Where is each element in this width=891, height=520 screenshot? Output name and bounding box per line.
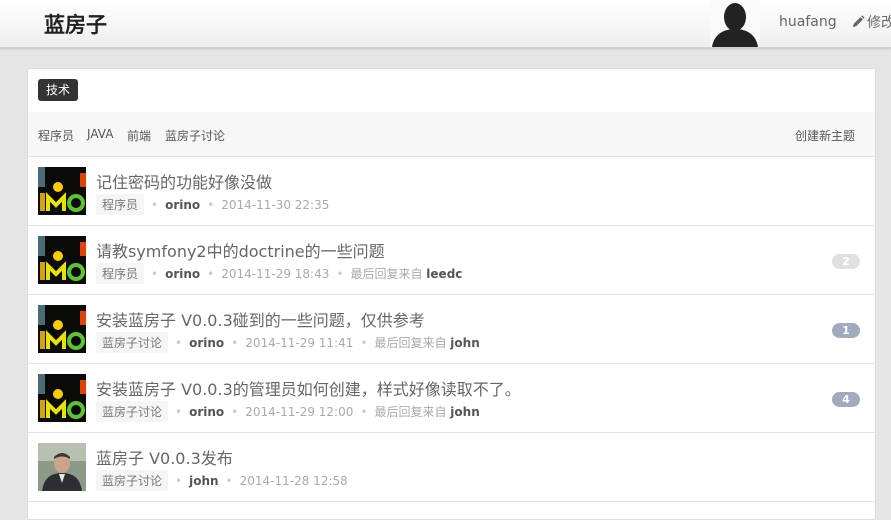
nav-item-frontend[interactable]: 前端 (127, 127, 151, 144)
topic-row: 蓝房子 V0.0.3发布 蓝房子讨论 • john • 2014-11-28 12:58 (28, 433, 875, 502)
author-link[interactable]: orino (189, 336, 224, 350)
reply-count-badge[interactable]: 2 (832, 254, 860, 269)
author-link[interactable]: orino (189, 405, 224, 419)
tag-badge[interactable]: 技术 (38, 79, 79, 101)
username-link[interactable]: huafang (779, 14, 837, 30)
author-link[interactable]: orino (165, 198, 200, 212)
separator-dot: • (151, 267, 159, 281)
topic-row: 安装蓝房子 V0.0.3的管理员如何创建，样式好像读取不了。 蓝房子讨论 • ori… (28, 364, 875, 433)
reply-count-badge[interactable]: 1 (832, 323, 860, 338)
create-topic-link[interactable]: 创建新主题 (795, 127, 855, 144)
topic-row: 记住密码的功能好像没做 程序员 • orino • 2014-11-30 22:35 (28, 157, 875, 226)
topic-row: 请教symfony2中的doctrine的一些问题 程序员 • orino • 2014… (28, 226, 875, 295)
post-time: 2014-11-30 22:35 (221, 198, 330, 212)
user-silhouette-icon (712, 3, 758, 47)
author-avatar[interactable] (38, 374, 86, 422)
separator-dot: • (360, 336, 368, 350)
category-tag[interactable]: 程序员 (96, 194, 145, 215)
separator-dot: • (231, 405, 239, 419)
neon-logo-image (38, 374, 86, 422)
neon-logo-image (38, 167, 86, 215)
nav-item-programmer[interactable]: 程序员 (38, 127, 74, 144)
post-time: 2014-11-29 12:00 (245, 405, 354, 419)
separator-dot: • (225, 474, 233, 488)
separator-dot: • (151, 198, 159, 212)
category-tag[interactable]: 程序员 (96, 263, 145, 284)
author-link[interactable]: john (189, 474, 218, 488)
post-time: 2014-11-29 18:43 (221, 267, 330, 281)
separator-dot: • (175, 336, 183, 350)
pencil-icon (853, 15, 865, 27)
person-photo-image (38, 443, 86, 491)
nav-item-discussion[interactable]: 蓝房子讨论 (165, 127, 225, 144)
topic-meta: 程序员 • orino • 2014-11-30 22:35 (96, 194, 330, 215)
last-reply-label: 最后回复来自 (374, 336, 447, 350)
edit-profile-link[interactable]: 修改 (851, 12, 891, 32)
last-reply-label: 最后回复来自 (350, 267, 423, 281)
topic-list-panel: 技术 程序员 JAVA 前端 蓝房子讨论 创建新主题 记住密码的功能好像没做 程… (27, 68, 876, 520)
topic-title[interactable]: 记住密码的功能好像没做 (96, 169, 272, 193)
author-avatar[interactable] (38, 167, 86, 215)
separator-dot: • (336, 267, 344, 281)
category-tag[interactable]: 蓝房子讨论 (96, 401, 169, 422)
separator-dot: • (231, 336, 239, 350)
separator-dot: • (175, 474, 183, 488)
author-link[interactable]: orino (165, 267, 200, 281)
post-time: 2014-11-29 11:41 (245, 336, 354, 350)
category-tag[interactable]: 蓝房子讨论 (96, 332, 169, 353)
separator-dot: • (207, 267, 215, 281)
user-avatar[interactable] (710, 0, 760, 47)
last-reply-label: 最后回复来自 (374, 405, 447, 419)
nav-item-java[interactable]: JAVA (87, 127, 113, 141)
neon-logo-image (38, 236, 86, 284)
reply-count-badge[interactable]: 4 (832, 392, 860, 407)
topic-meta: 蓝房子讨论 • orino • 2014-11-29 12:00 • 最后回复来自 john (96, 401, 480, 422)
last-reply-user[interactable]: john (450, 336, 479, 350)
edit-label: 修改 (867, 15, 891, 31)
topic-title[interactable]: 请教symfony2中的doctrine的一些问题 (96, 238, 385, 262)
separator-dot: • (175, 405, 183, 419)
post-time: 2014-11-28 12:58 (239, 474, 348, 488)
top-navbar: 蓝房子 huafang 修改 (0, 0, 891, 48)
last-reply-user[interactable]: john (450, 405, 479, 419)
topic-title[interactable]: 安装蓝房子 V0.0.3的管理员如何创建，样式好像读取不了。 (96, 376, 521, 400)
author-avatar[interactable] (38, 443, 86, 491)
separator-dot: • (360, 405, 368, 419)
category-tag[interactable]: 蓝房子讨论 (96, 470, 169, 491)
author-avatar[interactable] (38, 236, 86, 284)
topic-meta: 蓝房子讨论 • orino • 2014-11-29 11:41 • 最后回复来自 john (96, 332, 480, 353)
topic-title[interactable]: 安装蓝房子 V0.0.3碰到的一些问题，仅供参考 (96, 307, 425, 331)
author-avatar[interactable] (38, 305, 86, 353)
site-brand[interactable]: 蓝房子 (44, 9, 107, 39)
topic-meta: 蓝房子讨论 • john • 2014-11-28 12:58 (96, 470, 348, 491)
topic-title[interactable]: 蓝房子 V0.0.3发布 (96, 445, 233, 469)
last-reply-user[interactable]: leedc (426, 267, 462, 281)
neon-logo-image (38, 305, 86, 353)
topic-row: 安装蓝房子 V0.0.3碰到的一些问题，仅供参考 蓝房子讨论 • orino • 201… (28, 295, 875, 364)
separator-dot: • (207, 198, 215, 212)
category-nav: 程序员 JAVA 前端 蓝房子讨论 创建新主题 (28, 112, 875, 157)
topic-meta: 程序员 • orino • 2014-11-29 18:43 • 最后回复来自 leedc (96, 263, 462, 284)
